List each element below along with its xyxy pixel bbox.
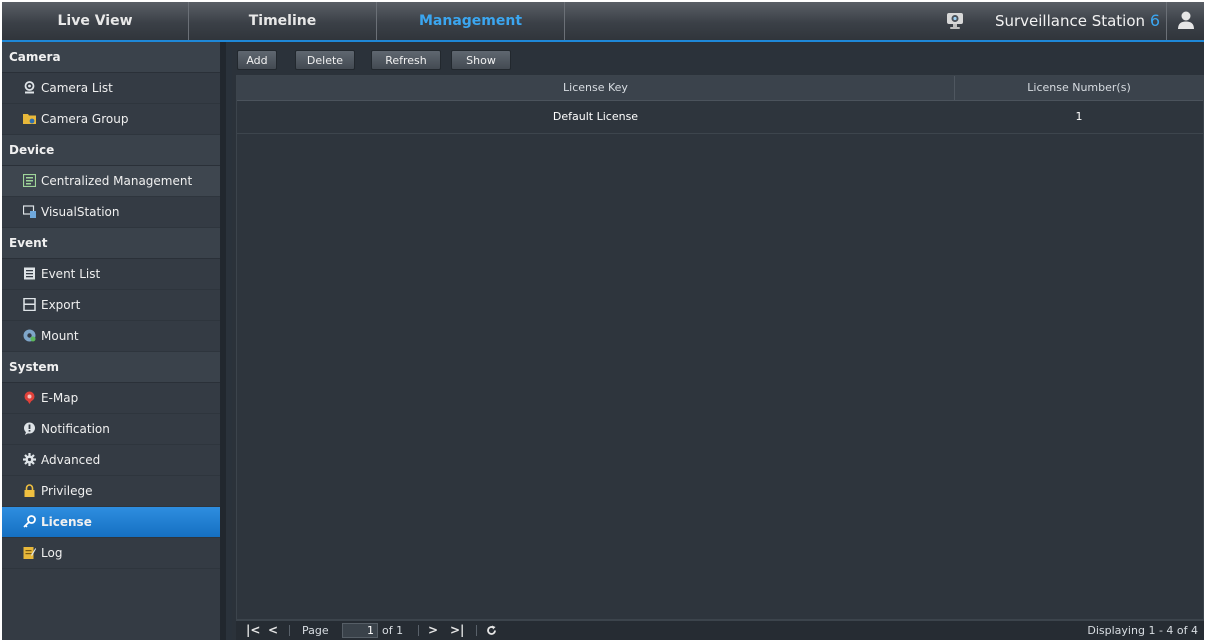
toolbar: Add Delete Refresh Show	[232, 42, 1204, 75]
page-label: Page	[302, 624, 329, 637]
sidebar-section-system: System	[2, 352, 220, 383]
sidebar-section-camera: Camera	[2, 42, 220, 73]
sidebar-item-label: Mount	[41, 329, 79, 343]
sidebar-item-license[interactable]: License	[2, 507, 220, 538]
sidebar-item-camera-list[interactable]: Camera List	[2, 73, 220, 104]
separator	[418, 625, 419, 636]
page-number-input[interactable]	[342, 623, 378, 638]
camera-brand-icon	[947, 13, 963, 29]
event-list-icon	[24, 267, 35, 280]
pagination-bar: |< < Page of 1 > >| Displaying 1 - 4 of …	[236, 620, 1204, 640]
camera-list-icon	[24, 81, 35, 94]
sidebar-item-label: Notification	[41, 422, 110, 436]
brand-name: Surveillance Station	[994, 12, 1146, 30]
camera-group-icon	[23, 114, 36, 124]
license-table: License Key License Number(s) Default Li…	[236, 75, 1204, 620]
sidebar-item-label: Log	[41, 546, 63, 560]
centralized-management-icon	[23, 174, 36, 187]
log-icon	[23, 547, 36, 559]
sidebar-item-privilege[interactable]: Privilege	[2, 476, 220, 507]
sidebar-section-event: Event	[2, 228, 220, 259]
tab-management[interactable]: Management	[377, 2, 565, 40]
delete-button[interactable]: Delete	[295, 50, 355, 70]
cell-license-number: 1	[1075, 110, 1083, 123]
main-panel: Add Delete Refresh Show License Key Lice…	[232, 42, 1204, 640]
refresh-icon[interactable]	[486, 625, 497, 636]
top-bar: Live View Timeline Management Surveillan…	[2, 2, 1204, 42]
brand-version: 6	[1149, 11, 1160, 30]
sidebar-item-visualstation[interactable]: VisualStation	[2, 197, 220, 228]
export-icon	[23, 298, 36, 311]
sidebar-item-label: Camera Group	[41, 112, 129, 126]
refresh-button[interactable]: Refresh	[371, 50, 441, 70]
brand-title: Surveillance Station 6	[995, 2, 1160, 40]
prev-page-button[interactable]: <	[268, 621, 278, 640]
next-page-button[interactable]: >	[428, 621, 438, 640]
separator	[289, 625, 290, 636]
sidebar-item-label: License	[41, 515, 92, 529]
app-window: Live View Timeline Management Surveillan…	[2, 2, 1204, 640]
sidebar-item-label: Export	[41, 298, 81, 312]
key-icon	[23, 515, 36, 528]
separator	[476, 625, 477, 636]
sidebar-item-label: Advanced	[41, 453, 101, 467]
sidebar-item-notification[interactable]: Notification	[2, 414, 220, 445]
user-icon	[1178, 11, 1194, 29]
sidebar-item-camera-group[interactable]: Camera Group	[2, 104, 220, 135]
column-header-license-numbers[interactable]: License Number(s)	[955, 76, 1203, 100]
sidebar-item-log[interactable]: Log	[2, 538, 220, 569]
sidebar-item-event-list[interactable]: Event List	[2, 259, 220, 290]
sidebar-item-label: Camera List	[41, 81, 113, 95]
sidebar-section-device: Device	[2, 135, 220, 166]
display-count: Displaying 1 - 4 of 4	[1087, 624, 1198, 637]
sidebar-item-label: E-Map	[41, 391, 79, 405]
sidebar-item-mount[interactable]: Mount	[2, 321, 220, 352]
visualstation-icon	[23, 205, 36, 218]
lock-icon	[24, 484, 35, 497]
first-page-button[interactable]: |<	[246, 621, 260, 640]
tab-timeline[interactable]: Timeline	[189, 2, 377, 40]
user-menu-button[interactable]	[1166, 2, 1204, 40]
add-button[interactable]: Add	[237, 50, 277, 70]
sidebar-item-e-map[interactable]: E-Map	[2, 383, 220, 414]
page-total-label: of 1	[382, 624, 404, 637]
mount-icon	[23, 329, 36, 342]
tab-live-view[interactable]: Live View	[2, 2, 189, 40]
sidebar-item-export[interactable]: Export	[2, 290, 220, 321]
notification-icon	[24, 422, 35, 435]
sidebar-item-label: VisualStation	[41, 205, 120, 219]
table-header: License Key License Number(s)	[237, 76, 1203, 101]
cell-license-key: Default License	[552, 110, 639, 123]
column-header-license-key[interactable]: License Key	[237, 76, 955, 100]
sidebar-item-advanced[interactable]: Advanced	[2, 445, 220, 476]
sidebar-item-label: Centralized Management	[41, 174, 193, 188]
last-page-button[interactable]: >|	[450, 621, 464, 640]
table-row[interactable]: Default License 1	[237, 101, 1203, 134]
map-pin-icon	[24, 391, 35, 404]
sidebar-item-label: Privilege	[41, 484, 93, 498]
sidebar: Camera Camera List Camera Group Device C…	[2, 42, 226, 640]
sidebar-item-label: Event List	[41, 267, 101, 281]
show-button[interactable]: Show	[451, 50, 511, 70]
gear-icon	[23, 453, 36, 466]
sidebar-item-centralized-management[interactable]: Centralized Management	[2, 166, 220, 197]
